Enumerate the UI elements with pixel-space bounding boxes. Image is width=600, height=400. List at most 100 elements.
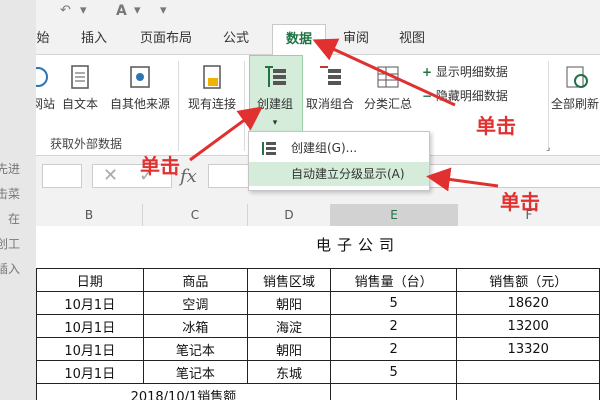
- name-box[interactable]: [42, 164, 82, 188]
- tab-data[interactable]: 数据: [272, 24, 326, 56]
- table-cell[interactable]: 空调: [142, 291, 249, 315]
- footer-cell[interactable]: 2018/10/1销售额: [36, 383, 331, 400]
- from-text-label: 自文本: [61, 97, 98, 111]
- group-icon: [262, 142, 276, 155]
- from-web-button[interactable]: 网站: [36, 63, 56, 112]
- web-icon: [36, 67, 48, 87]
- annotation-click: 单击: [476, 114, 516, 138]
- from-text-button[interactable]: 自文本: [58, 63, 102, 112]
- table-cell[interactable]: 18620: [456, 291, 600, 315]
- tab-insert[interactable]: 插入: [74, 24, 114, 54]
- column-header-d[interactable]: D: [248, 204, 331, 226]
- subtotal-button[interactable]: 分类汇总: [360, 63, 416, 112]
- table-cell[interactable]: 东城: [247, 360, 331, 384]
- undo-icon[interactable]: ↶: [60, 3, 71, 18]
- insert-function-icon[interactable]: fx: [180, 166, 197, 187]
- table-row: 10月1日 笔记本 东城 5: [36, 360, 600, 384]
- from-web-label: 网站: [36, 97, 55, 111]
- doc-line: ，在: [0, 212, 21, 226]
- table-cell[interactable]: [456, 360, 600, 384]
- group-dropdown-menu: 创建组(G)... 自动建立分级显示(A): [248, 131, 430, 191]
- sheet-title: 电子公司: [316, 236, 401, 254]
- table-cell[interactable]: 笔记本: [142, 360, 249, 384]
- ungroup-button[interactable]: 取消组合: [302, 63, 358, 112]
- table-cell[interactable]: [329, 383, 458, 400]
- table-row: 10月1日 冰箱 海淀 2 13200: [36, 314, 600, 338]
- existing-connections-icon: [203, 65, 221, 89]
- group-icon: [265, 66, 286, 87]
- table-cell[interactable]: 5: [329, 291, 458, 315]
- header-cell[interactable]: 销售额（元）: [456, 268, 600, 292]
- refresh-icon: [566, 66, 588, 88]
- sales-table: 日期 商品 销售区域 销售量（台） 销售额（元） 10月1日 空调 朝阳 5 1…: [36, 268, 600, 400]
- menu-item-auto-outline[interactable]: 自动建立分级显示(A): [249, 162, 429, 186]
- doc-line: 创工: [0, 237, 21, 251]
- doc-line: 击菜: [0, 187, 21, 201]
- other-sources-icon: [130, 66, 150, 88]
- from-other-sources-button[interactable]: 自其他来源: [106, 63, 174, 112]
- table-cell[interactable]: [456, 383, 600, 400]
- format-icon[interactable]: A: [116, 3, 127, 19]
- table-cell[interactable]: 13320: [456, 337, 600, 361]
- table-cell[interactable]: 2: [329, 314, 458, 338]
- customize-icon[interactable]: ▾: [160, 3, 167, 18]
- table-row: 10月1日 空调 朝阳 5 18620: [36, 291, 600, 315]
- table-header-row: 日期 商品 销售区域 销售量（台） 销售额（元）: [36, 268, 600, 292]
- table-row: 10月1日 笔记本 朝阳 2 13320: [36, 337, 600, 361]
- annotation-click: 单击: [500, 190, 540, 214]
- subtotal-icon: [377, 66, 399, 88]
- existing-connections-button[interactable]: 现有连接: [184, 63, 240, 112]
- table-cell[interactable]: 10月1日: [36, 360, 144, 384]
- column-header-b[interactable]: B: [36, 204, 143, 226]
- table-cell[interactable]: 2: [329, 337, 458, 361]
- tab-home[interactable]: 始: [36, 24, 50, 54]
- dialog-launcher-icon[interactable]: ⌟: [546, 143, 550, 153]
- header-cell[interactable]: 商品: [142, 268, 249, 292]
- table-cell[interactable]: 朝阳: [247, 337, 331, 361]
- separator: [244, 61, 245, 151]
- refresh-all-button[interactable]: 全部刷新: [550, 63, 600, 112]
- column-header-c[interactable]: C: [143, 204, 248, 226]
- tab-view[interactable]: 视图: [392, 24, 432, 54]
- table-cell[interactable]: 笔记本: [142, 337, 249, 361]
- minus-icon: −: [422, 89, 433, 103]
- table-cell[interactable]: 13200: [456, 314, 600, 338]
- doc-line: 先进: [0, 162, 21, 176]
- table-cell[interactable]: 冰箱: [142, 314, 249, 338]
- tab-page-layout[interactable]: 页面布局: [134, 24, 198, 54]
- menu-item-create-group-label: 创建组(G)...: [291, 141, 358, 155]
- table-cell[interactable]: 海淀: [247, 314, 331, 338]
- table-cell[interactable]: 10月1日: [36, 337, 144, 361]
- header-cell[interactable]: 销售区域: [247, 268, 331, 292]
- header-cell[interactable]: 销售量（台）: [329, 268, 458, 292]
- table-cell[interactable]: 10月1日: [36, 314, 144, 338]
- hide-detail-button[interactable]: − 隐藏明细数据: [422, 87, 508, 104]
- show-detail-label: 显示明细数据: [435, 65, 508, 79]
- existing-connections-label: 现有连接: [187, 97, 236, 111]
- ungroup-label: 取消组合: [305, 97, 354, 111]
- column-header-e[interactable]: E: [331, 204, 458, 226]
- cancel-icon[interactable]: ✕: [103, 165, 118, 186]
- group-button[interactable]: 创建组 ▾: [250, 63, 300, 128]
- hide-detail-label: 隐藏明细数据: [435, 89, 508, 103]
- show-detail-button[interactable]: + 显示明细数据: [422, 63, 508, 80]
- worksheet: 电子公司 日期 商品 销售区域 销售量（台） 销售额（元） 10月1日 空调 朝…: [36, 226, 600, 400]
- text-file-icon: [71, 65, 89, 89]
- subtotal-label: 分类汇总: [363, 97, 412, 111]
- dropdown-icon[interactable]: ▾: [134, 3, 141, 18]
- table-cell[interactable]: 朝阳: [247, 291, 331, 315]
- separator: [178, 61, 179, 151]
- table-cell[interactable]: 5: [329, 360, 458, 384]
- table-cell[interactable]: 10月1日: [36, 291, 144, 315]
- tab-formulas[interactable]: 公式: [216, 24, 256, 54]
- dropdown-arrow-icon[interactable]: ▾: [250, 118, 300, 128]
- header-cell[interactable]: 日期: [36, 268, 144, 292]
- plus-icon: +: [422, 65, 433, 79]
- dropdown-icon[interactable]: ▾: [80, 3, 87, 18]
- from-other-sources-label: 自其他来源: [109, 97, 170, 111]
- tab-review[interactable]: 审阅: [336, 24, 376, 54]
- menu-item-create-group[interactable]: 创建组(G)...: [249, 136, 429, 160]
- external-data-group-label: 获取外部数据: [50, 137, 123, 151]
- background-document: 先进 击菜 ，在 创工 插入: [0, 0, 36, 400]
- refresh-all-label: 全部刷新: [550, 97, 599, 111]
